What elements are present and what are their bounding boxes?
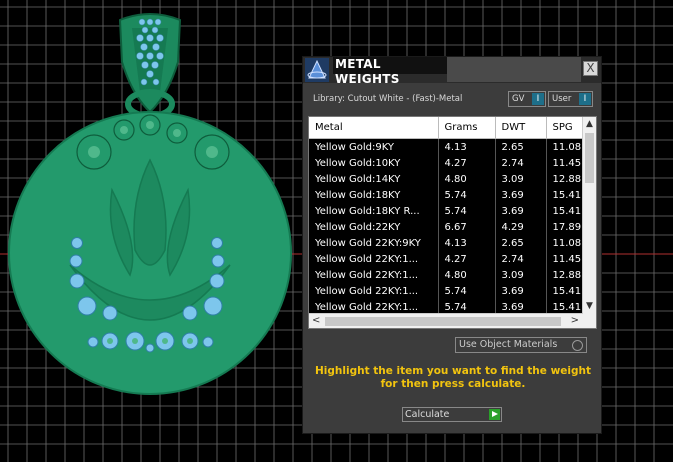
cell-spg: 15.41 (546, 187, 583, 203)
cell-metal: Yellow Gold 22KY:1... (309, 299, 439, 313)
table-row[interactable]: Yellow Gold 22KY:1... 5.74 3.69 15.41 (309, 299, 583, 313)
cell-grams: 4.27 (438, 155, 496, 171)
table-row[interactable]: Yellow Gold 22KY:1... 4.80 3.09 12.88 (309, 267, 583, 283)
cell-dwt: 3.69 (495, 283, 547, 299)
cell-dwt: 2.74 (495, 251, 547, 267)
chevron-up-icon[interactable]: ▲ (583, 119, 596, 129)
table-row[interactable]: Yellow Gold:18KY R... 5.74 3.69 15.41 (309, 203, 583, 219)
cell-spg: 11.45 (546, 251, 583, 267)
column-header-metal[interactable]: Metal (309, 117, 439, 139)
user-toggle[interactable]: User I (548, 91, 593, 107)
vertical-scroll-thumb[interactable] (585, 133, 594, 183)
close-icon[interactable]: X (583, 61, 598, 76)
table-row[interactable]: Yellow Gold:18KY 5.74 3.69 15.41 (309, 187, 583, 203)
cell-grams: 5.74 (438, 283, 496, 299)
cell-dwt: 3.69 (495, 299, 547, 313)
cell-metal: Yellow Gold 22KY:1... (309, 283, 439, 299)
cell-dwt: 3.69 (495, 203, 547, 219)
cell-dwt: 3.69 (495, 187, 547, 203)
cell-spg: 11.08 (546, 138, 583, 155)
metal-table: Metal Grams DWT SPG Yellow Gold:9KY 4.13 2… (308, 116, 597, 329)
table-row[interactable]: Yellow Gold 22KY:1... 4.27 2.74 11.45 (309, 251, 583, 267)
table-horizontal-scrollbar[interactable]: < > (309, 313, 583, 328)
column-header-grams[interactable]: Grams (438, 117, 496, 139)
table-row[interactable]: Yellow Gold:22KY 6.67 4.29 17.89 (309, 219, 583, 235)
gv-toggle[interactable]: GV I (508, 91, 546, 107)
horizontal-scroll-thumb[interactable] (325, 317, 561, 326)
cell-grams: 5.74 (438, 299, 496, 313)
cell-metal: Yellow Gold 22KY:9KY (309, 235, 439, 251)
metal-weights-table: Metal Grams DWT SPG Yellow Gold:9KY 4.13 2… (309, 117, 583, 313)
metal-weights-panel: METAL WEIGHTS X Library: Cutout White - … (302, 56, 602, 434)
cell-dwt: 2.65 (495, 235, 547, 251)
cell-dwt: 3.09 (495, 171, 547, 187)
use-object-materials-option[interactable]: Use Object Materials (455, 337, 587, 353)
cell-grams: 4.13 (438, 138, 496, 155)
cell-dwt: 2.65 (495, 138, 547, 155)
table-row[interactable]: Yellow Gold 22KY:1... 5.74 3.69 15.41 (309, 283, 583, 299)
use-object-materials-label: Use Object Materials (459, 339, 558, 350)
table-row[interactable]: Yellow Gold:10KY 4.27 2.74 11.45 (309, 155, 583, 171)
column-header-spg[interactable]: SPG (546, 117, 583, 139)
cell-dwt: 4.29 (495, 219, 547, 235)
table-row[interactable]: Yellow Gold:14KY 4.80 3.09 12.88 (309, 171, 583, 187)
cell-grams: 4.80 (438, 267, 496, 283)
gv-toggle-label: GV (512, 94, 525, 104)
cell-grams: 4.27 (438, 251, 496, 267)
cell-grams: 5.74 (438, 187, 496, 203)
cell-grams: 5.74 (438, 203, 496, 219)
cell-metal: Yellow Gold:14KY (309, 171, 439, 187)
scrollbar-corner (583, 313, 596, 328)
table-header-row: Metal Grams DWT SPG (309, 117, 583, 139)
cell-metal: Yellow Gold:18KY R... (309, 203, 439, 219)
cell-spg: 11.08 (546, 235, 583, 251)
radio-icon[interactable] (572, 340, 583, 351)
instruction-text: Highlight the item you want to find the … (315, 365, 591, 390)
cell-metal: Yellow Gold:22KY (309, 219, 439, 235)
gv-toggle-indicator: I (532, 93, 544, 105)
calculate-button[interactable]: Calculate (402, 407, 502, 422)
cell-spg: 12.88 (546, 171, 583, 187)
app-logo-icon (305, 58, 329, 82)
chevron-right-icon[interactable]: > (571, 315, 579, 326)
cell-spg: 15.41 (546, 299, 583, 313)
library-label: Library: Cutout White - (Fast)-Metal (313, 94, 463, 104)
table-row[interactable]: Yellow Gold 22KY:9KY 4.13 2.65 11.08 (309, 235, 583, 251)
cell-metal: Yellow Gold:18KY (309, 187, 439, 203)
calculate-label: Calculate (405, 409, 450, 420)
cell-spg: 11.45 (546, 155, 583, 171)
cell-spg: 15.41 (546, 203, 583, 219)
user-toggle-indicator: I (579, 93, 591, 105)
panel-title: METAL WEIGHTS (333, 57, 447, 86)
table-vertical-scrollbar[interactable]: ▲ ▼ (582, 117, 596, 313)
metal-table-viewport[interactable]: Metal Grams DWT SPG Yellow Gold:9KY 4.13 2… (309, 117, 583, 313)
cell-dwt: 2.74 (495, 155, 547, 171)
title-bar-fill (447, 57, 581, 82)
cell-grams: 4.80 (438, 171, 496, 187)
panel-titlebar[interactable]: METAL WEIGHTS X (303, 57, 601, 86)
play-icon[interactable] (489, 409, 500, 420)
cell-metal: Yellow Gold:10KY (309, 155, 439, 171)
cell-metal: Yellow Gold 22KY:1... (309, 251, 439, 267)
cell-metal: Yellow Gold 22KY:1... (309, 267, 439, 283)
cell-spg: 15.41 (546, 283, 583, 299)
cell-grams: 4.13 (438, 235, 496, 251)
cell-grams: 6.67 (438, 219, 496, 235)
chevron-left-icon[interactable]: < (312, 315, 320, 326)
chevron-down-icon[interactable]: ▼ (583, 301, 596, 311)
cell-dwt: 3.09 (495, 267, 547, 283)
cell-spg: 17.89 (546, 219, 583, 235)
cell-spg: 12.88 (546, 267, 583, 283)
column-header-dwt[interactable]: DWT (495, 117, 547, 139)
cell-metal: Yellow Gold:9KY (309, 138, 439, 155)
table-row[interactable]: Yellow Gold:9KY 4.13 2.65 11.08 (309, 138, 583, 155)
user-toggle-label: User (552, 94, 572, 104)
